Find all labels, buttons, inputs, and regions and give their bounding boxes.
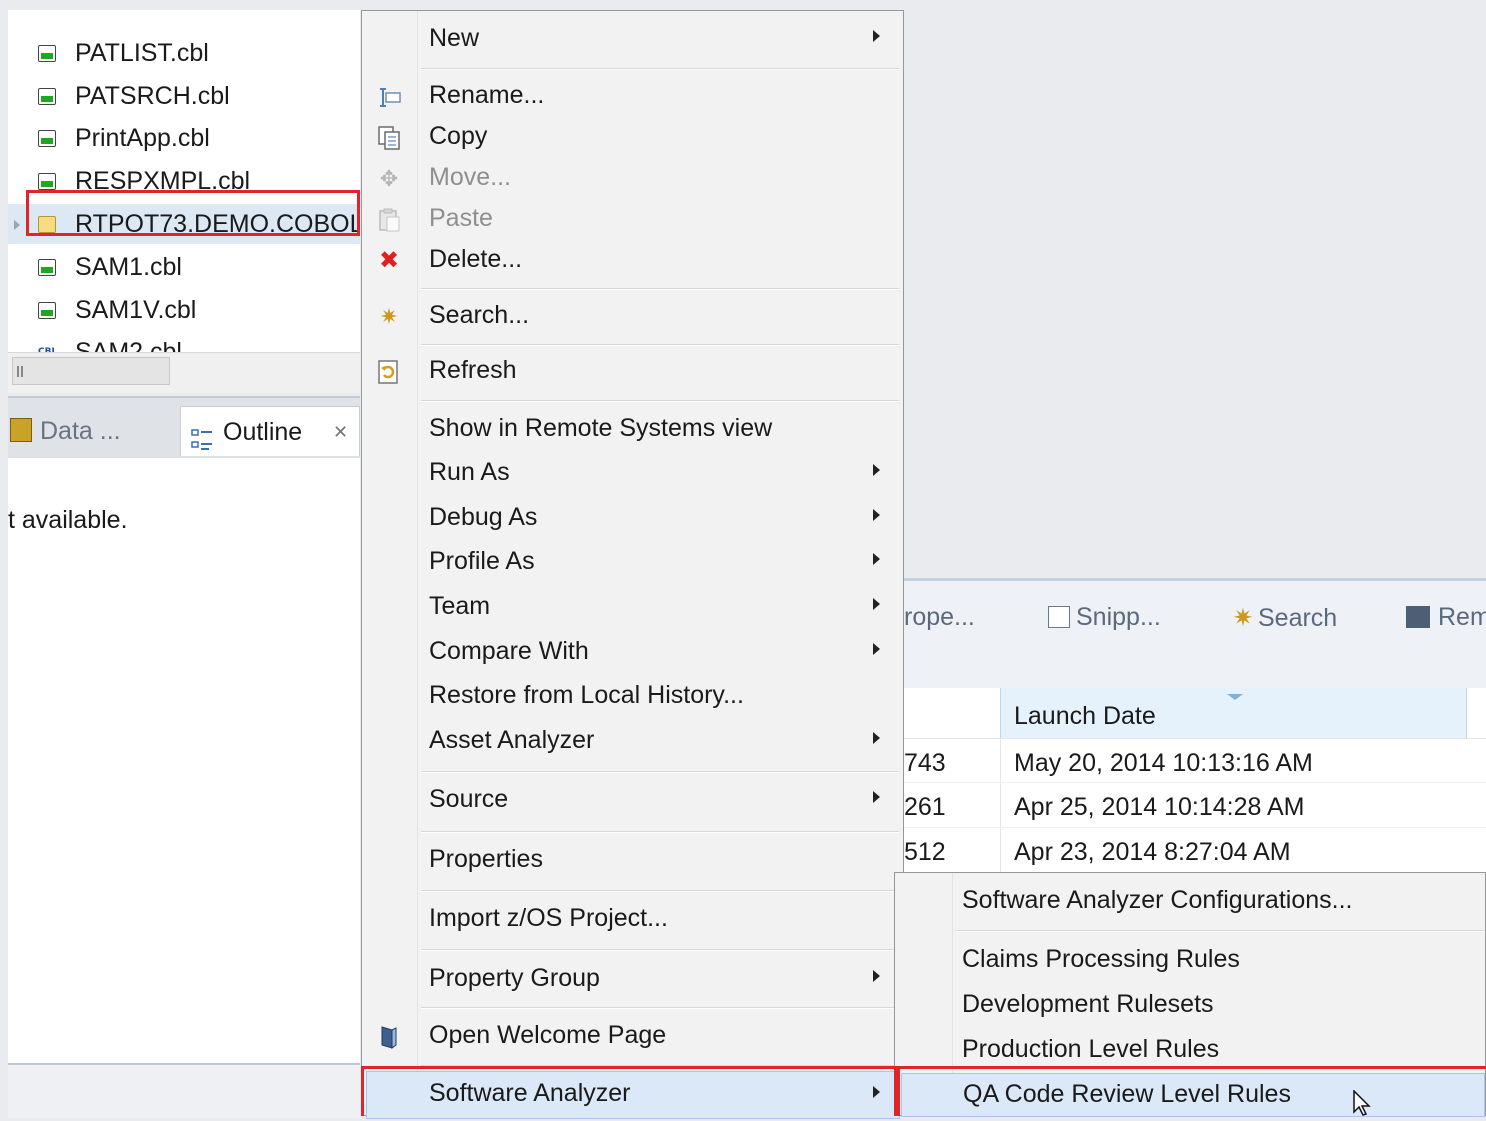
menu-item-show-in-remote-systems[interactable]: Show in Remote Systems view xyxy=(362,408,902,452)
sort-indicator-icon xyxy=(1227,694,1243,700)
menu-separator xyxy=(421,288,899,290)
outline-message: t available. xyxy=(8,506,128,534)
refresh-icon xyxy=(376,359,402,385)
submenu-arrow-icon xyxy=(873,464,880,476)
menu-separator xyxy=(421,890,899,892)
menu-item-move[interactable]: ✥ Move... xyxy=(362,157,902,201)
menu-item-new[interactable]: New xyxy=(362,18,902,62)
submenu-arrow-icon xyxy=(873,553,880,565)
cobol-file-icon xyxy=(38,88,56,105)
menu-separator xyxy=(421,400,899,402)
menu-item-search[interactable]: ✷ Search... xyxy=(362,295,902,339)
outline-pane: t available. xyxy=(8,458,360,1063)
move-icon: ✥ xyxy=(379,166,399,191)
menu-item-team[interactable]: Team xyxy=(362,586,902,630)
clipped-previous-item: PATINQUIRY.cbl xyxy=(38,10,360,18)
menu-separator xyxy=(421,949,899,951)
outline-tab-row: Data ... Outline ✕ xyxy=(8,396,360,460)
cobol-file-icon xyxy=(38,130,56,147)
context-menu: New Rename... Copy ✥ Move... Paste ✖ Del… xyxy=(361,10,904,1119)
remote-icon xyxy=(1406,606,1430,628)
menu-separator xyxy=(956,930,1484,932)
submenu-arrow-icon xyxy=(873,732,880,744)
table-row[interactable]: 261 Apr 25, 2014 10:14:28 AM xyxy=(904,783,1486,828)
cobol-file-icon xyxy=(38,173,56,190)
menu-item-profile-as[interactable]: Profile As xyxy=(362,541,902,585)
menu-item-delete[interactable]: ✖ Delete... xyxy=(362,239,902,283)
menu-item-property-group[interactable]: Property Group xyxy=(362,958,902,1002)
delete-icon: ✖ xyxy=(378,247,400,274)
menu-item-refresh[interactable]: Refresh xyxy=(362,350,902,394)
welcome-book-icon xyxy=(376,1024,402,1050)
menu-separator xyxy=(421,68,899,70)
highlight-box-qa-rules xyxy=(897,1066,1486,1116)
menu-item-import-zos-project[interactable]: Import z/OS Project... xyxy=(362,898,902,942)
tab-data[interactable]: Data ... xyxy=(8,406,180,456)
table-row[interactable]: 743 May 20, 2014 10:13:16 AM xyxy=(904,738,1486,783)
cbl-file-icon: CBL xyxy=(38,347,58,352)
horizontal-scrollbar[interactable] xyxy=(8,352,360,393)
table-row[interactable]: 512 Apr 23, 2014 8:27:04 AM xyxy=(904,828,1486,872)
outline-icon xyxy=(191,419,213,450)
close-tab-icon[interactable]: ✕ xyxy=(333,407,348,457)
submenu-arrow-icon xyxy=(873,970,880,982)
copy-icon xyxy=(376,125,402,151)
status-strip xyxy=(8,1063,360,1118)
menu-item-asset-analyzer[interactable]: Asset Analyzer xyxy=(362,720,902,764)
menu-item-paste[interactable]: Paste xyxy=(362,198,902,242)
highlight-box-software-analyzer xyxy=(361,1066,897,1116)
menu-item-copy[interactable]: Copy xyxy=(362,116,902,160)
submenu-item-development-rulesets[interactable]: Development Rulesets xyxy=(895,984,1485,1028)
menu-item-restore-from-local-history[interactable]: Restore from Local History... xyxy=(362,675,902,719)
menu-separator xyxy=(421,771,899,773)
search-flashlight-icon: ✷ xyxy=(379,304,399,329)
submenu-arrow-icon xyxy=(873,509,880,521)
tab-snippets[interactable]: Snipp... xyxy=(1048,603,1161,632)
menu-item-properties[interactable]: Properties xyxy=(362,839,902,883)
submenu-arrow-icon xyxy=(873,598,880,610)
cobol-file-icon xyxy=(38,302,56,319)
submenu-item-configurations[interactable]: Software Analyzer Configurations... xyxy=(895,880,1485,924)
menu-item-compare-with[interactable]: Compare With xyxy=(362,631,902,675)
expand-arrow-icon[interactable] xyxy=(14,220,20,230)
snippets-icon xyxy=(1048,606,1070,628)
scrollbar-thumb[interactable] xyxy=(12,357,170,385)
menu-item-open-welcome-page[interactable]: Open Welcome Page xyxy=(362,1015,902,1059)
tab-remote[interactable]: Rem xyxy=(1406,603,1486,632)
menu-separator xyxy=(421,831,899,833)
paste-icon xyxy=(376,207,402,233)
mouse-pointer-icon xyxy=(1352,1089,1378,1121)
submenu-arrow-icon xyxy=(873,30,880,42)
submenu-arrow-icon xyxy=(873,643,880,655)
menu-separator xyxy=(421,1007,899,1009)
launch-history-table: Launch Date 743 May 20, 2014 10:13:16 AM… xyxy=(904,688,1486,878)
tab-outline[interactable]: Outline ✕ xyxy=(180,406,360,456)
menu-item-debug-as[interactable]: Debug As xyxy=(362,497,902,541)
menu-item-rename[interactable]: Rename... xyxy=(362,75,902,119)
menu-item-source[interactable]: Source xyxy=(362,779,902,823)
submenu-arrow-icon xyxy=(873,791,880,803)
data-source-icon xyxy=(10,418,32,442)
rename-icon xyxy=(376,84,402,110)
tab-search[interactable]: ✷ Search xyxy=(1228,603,1338,633)
menu-item-run-as[interactable]: Run As xyxy=(362,452,902,496)
remote-files-tree: PATINQUIRY.cbl PATLIST.cbl PATSRCH.cbl P… xyxy=(8,10,360,352)
cobol-file-icon xyxy=(38,259,56,276)
menu-separator xyxy=(421,344,899,346)
bottom-panel-tabs: rope... Snipp... ✷ Search Rem xyxy=(904,578,1486,691)
tab-properties[interactable]: rope... xyxy=(904,603,975,632)
highlight-box-folder xyxy=(26,190,360,236)
column-header-launch-date[interactable]: Launch Date xyxy=(1000,688,1467,738)
search-flashlight-icon: ✷ xyxy=(1232,604,1254,632)
submenu-item-claims-processing-rules[interactable]: Claims Processing Rules xyxy=(895,939,1485,983)
cobol-file-icon xyxy=(38,45,56,62)
